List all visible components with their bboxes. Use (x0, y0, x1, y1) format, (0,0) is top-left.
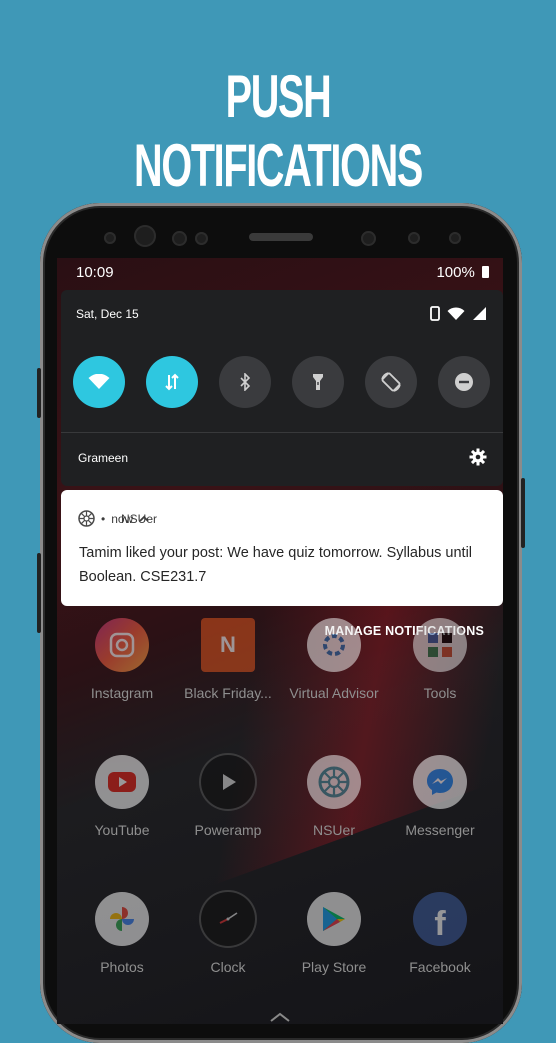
app-label: NSUer (312, 822, 355, 838)
app-label: Messenger (405, 822, 475, 838)
app-facebook[interactable]: f Facebook (387, 892, 493, 975)
clock-icon (201, 892, 255, 946)
power-button (521, 478, 525, 548)
app-label: Instagram (90, 685, 154, 701)
notification-card[interactable]: NSUer • now Tamim liked your post: We ha… (61, 490, 503, 606)
facebook-icon: f (413, 892, 467, 946)
cell-signal-icon (473, 307, 486, 320)
app-label: Play Store (301, 959, 367, 975)
clock-time: 10:09 (76, 264, 114, 281)
settings-gear-icon[interactable] (469, 448, 487, 466)
iris-sensor-icon (134, 225, 156, 247)
mobile-data-tile[interactable] (146, 356, 198, 408)
app-poweramp[interactable]: Poweramp (175, 755, 281, 838)
mobile-data-icon (165, 373, 179, 391)
app-label: Poweramp (194, 822, 262, 838)
app-youtube[interactable]: YouTube (69, 755, 175, 838)
carrier-name: Grameen (78, 451, 129, 465)
quick-settings-panel: Sat, Dec 15 Grameen (61, 290, 503, 486)
auto-rotate-tile[interactable] (365, 356, 417, 408)
bluetooth-tile[interactable] (219, 356, 271, 408)
app-clock[interactable]: Clock (175, 892, 281, 975)
qs-divider (61, 432, 503, 433)
do-not-disturb-icon (455, 373, 473, 391)
app-photos[interactable]: Photos (69, 892, 175, 975)
photos-icon (95, 892, 149, 946)
notification-app-name: NSUer (120, 511, 157, 526)
app-play-store[interactable]: Play Store (281, 892, 387, 975)
app-virtual-advisor[interactable]: Virtual Advisor (281, 618, 387, 701)
battery-status: 100% (436, 264, 489, 281)
sensor-icon (172, 231, 187, 246)
app-label: Tools (423, 685, 457, 701)
notification-header: NSUer • now (78, 510, 157, 527)
app-label: YouTube (94, 822, 150, 838)
nsuer-icon (307, 755, 361, 809)
virtual-advisor-icon (307, 618, 361, 672)
poweramp-icon (201, 755, 255, 809)
do-not-disturb-tile[interactable] (438, 356, 490, 408)
app-label: Facebook (409, 959, 471, 975)
phone-screen: 10:09 100% Sat, Dec 15 Grameen NSUer • n… (57, 258, 503, 1024)
flashlight-tile[interactable] (292, 356, 344, 408)
app-label: Black Friday... (184, 685, 272, 701)
sensor-icon (195, 232, 208, 245)
volume-button (37, 368, 41, 418)
status-bar: 10:09 100% (57, 258, 503, 288)
play-store-icon (307, 892, 361, 946)
app-label: Clock (210, 959, 246, 975)
flashlight-icon (313, 374, 323, 390)
office-lens-icon: N (201, 618, 255, 672)
sensor-icon (408, 232, 420, 244)
app-label: Virtual Advisor (289, 685, 379, 701)
youtube-icon (95, 755, 149, 809)
sensor-icon (449, 232, 461, 244)
rotate-icon (381, 372, 401, 392)
battery-icon (482, 266, 489, 278)
app-messenger[interactable]: Messenger (387, 755, 493, 838)
wifi-icon (88, 374, 110, 389)
front-camera-icon (361, 231, 376, 246)
app-black-friday[interactable]: N Black Friday... (175, 618, 281, 701)
instagram-icon (95, 618, 149, 672)
wifi-signal-icon (447, 306, 465, 320)
qs-date: Sat, Dec 15 (76, 307, 139, 321)
earpiece-speaker (249, 233, 313, 241)
vibrate-icon (430, 306, 440, 321)
app-instagram[interactable]: Instagram (69, 618, 175, 701)
page-headline: PUSH NOTIFICATIONS (134, 63, 423, 199)
app-nsuer[interactable]: NSUer (281, 755, 387, 838)
notification-message: Tamim liked your post: We have quiz tomo… (79, 545, 473, 585)
sensor-icon (104, 232, 116, 244)
app-label: Photos (100, 959, 144, 975)
bluetooth-icon (240, 373, 251, 391)
tools-folder-icon (413, 618, 467, 672)
app-tools-folder[interactable]: Tools (387, 618, 493, 701)
wifi-tile[interactable] (73, 356, 125, 408)
messenger-icon (413, 755, 467, 809)
chevron-up-icon[interactable] (268, 1012, 292, 1022)
battery-percent: 100% (436, 264, 475, 281)
bixby-button (37, 553, 41, 633)
qs-status-icons (430, 306, 487, 321)
